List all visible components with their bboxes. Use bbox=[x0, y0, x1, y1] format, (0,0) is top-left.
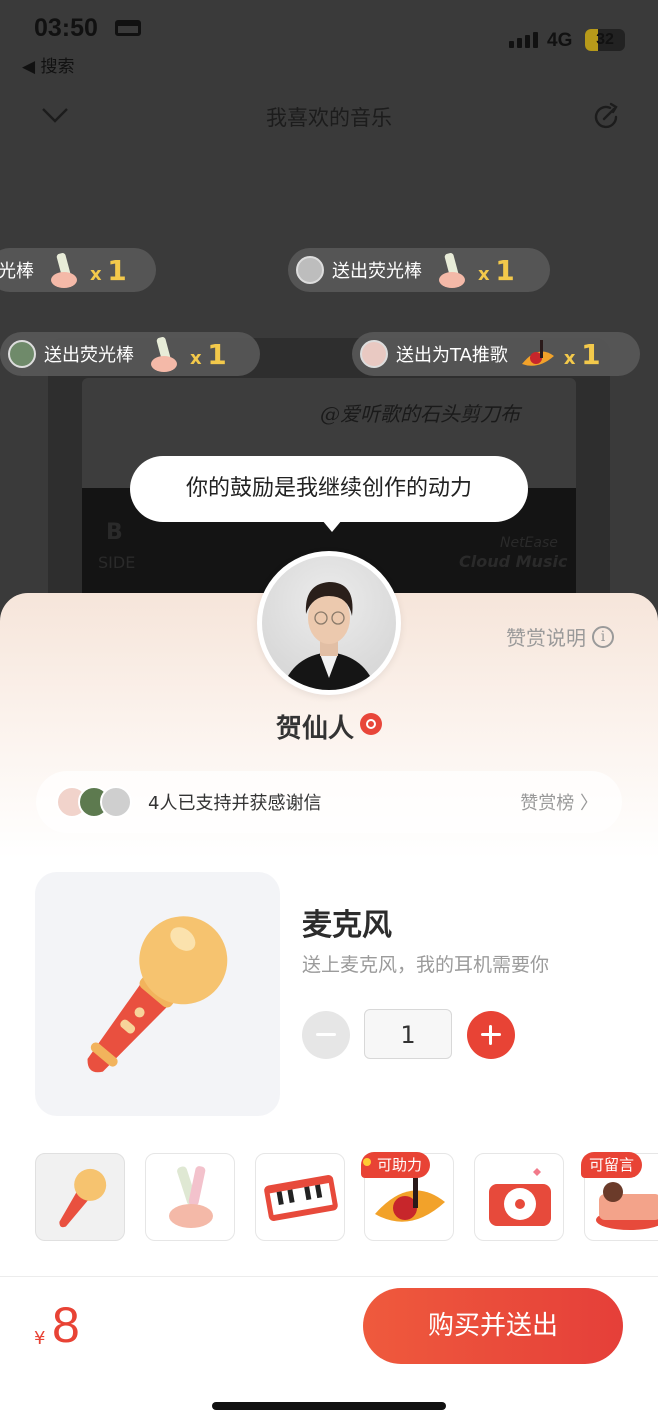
bubble-tail bbox=[322, 520, 342, 532]
microphone-icon bbox=[59, 1168, 107, 1228]
artist-portrait-image bbox=[282, 582, 376, 690]
sleep-mode-icon bbox=[115, 20, 141, 36]
gift-feed-item: 送出荧光棒 x 1 bbox=[0, 332, 260, 376]
currency-symbol: ¥ bbox=[34, 1328, 46, 1349]
total-price: 8 bbox=[52, 1297, 80, 1353]
clock: 03:50 bbox=[34, 14, 98, 42]
gift-name: 麦克风 bbox=[302, 908, 392, 943]
status-bar: 03:50 ◀ 搜索 4G 32 bbox=[0, 0, 658, 80]
gift-option-glowstick[interactable] bbox=[145, 1153, 235, 1241]
avatar bbox=[296, 256, 324, 284]
quantity-field[interactable]: 1 bbox=[364, 1009, 452, 1059]
page-title: 我喜欢的音乐 bbox=[266, 106, 392, 130]
signal-icon bbox=[509, 32, 538, 48]
gift-feed-text: 送出荧光棒 bbox=[44, 345, 134, 366]
cassette-signature: @爱听歌的石头剪刀布 bbox=[320, 402, 520, 426]
supporter-avatar bbox=[100, 786, 132, 818]
artist-name: 贺仙人 bbox=[275, 714, 354, 744]
battery-level: 32 bbox=[596, 31, 614, 48]
encouragement-bubble: 你的鼓励是我继续创作的动力 bbox=[130, 456, 528, 522]
glowstick-icon bbox=[439, 253, 465, 288]
battery-icon: 32 bbox=[585, 29, 625, 51]
glowstick-icon bbox=[51, 253, 77, 288]
gift-option-microphone[interactable] bbox=[35, 1153, 125, 1241]
gift-feed-text: 送出为TA推歌 bbox=[396, 345, 508, 366]
verified-musician-icon bbox=[360, 713, 382, 735]
gift-feed-item: 光棒 x 1 bbox=[0, 248, 156, 292]
network-type: 4G bbox=[547, 30, 573, 51]
microphone-icon bbox=[87, 916, 228, 1073]
glowstick-icon bbox=[151, 337, 177, 372]
brand-line-2: Cloud Music bbox=[459, 552, 568, 571]
glowstick-icon bbox=[169, 1166, 213, 1228]
supporters-count-text: 4人已支持并获感谢信 bbox=[148, 793, 322, 814]
share-icon[interactable] bbox=[589, 100, 623, 134]
gift-option-music-note[interactable]: 可助力 bbox=[361, 1152, 454, 1241]
reward-ranking-link[interactable]: 赞赏榜 〉 bbox=[520, 789, 598, 815]
avatar bbox=[360, 340, 388, 368]
music-note-gift-icon bbox=[521, 340, 554, 366]
decrease-quantity-button[interactable] bbox=[302, 1011, 350, 1059]
back-to-search-link[interactable]: ◀ 搜索 bbox=[22, 52, 74, 77]
gift-option-cake[interactable]: 可留言 bbox=[581, 1152, 658, 1241]
selected-gift-preview bbox=[35, 872, 280, 1116]
divider bbox=[0, 1276, 658, 1277]
reward-explanation-label: 赞赏说明 bbox=[506, 626, 586, 650]
gift-option-keyboard[interactable] bbox=[255, 1153, 345, 1241]
cassette-side-text: SIDE bbox=[98, 553, 136, 572]
brand-line-1: NetEase bbox=[500, 535, 558, 551]
artist-name-row: 贺仙人 bbox=[0, 708, 658, 745]
buy-and-send-button[interactable]: 购买并送出 bbox=[363, 1288, 623, 1364]
boost-tag: 可助力 bbox=[361, 1152, 431, 1178]
gift-feed-item: 送出为TA推歌 x 1 bbox=[352, 332, 640, 376]
gift-feed-item: 送出荧光棒 x 1 bbox=[288, 248, 550, 292]
increase-quantity-button[interactable] bbox=[467, 1011, 515, 1059]
message-tag: 可留言 bbox=[581, 1152, 643, 1178]
info-icon: i bbox=[592, 625, 614, 648]
record-player-icon bbox=[489, 1168, 551, 1226]
artist-avatar[interactable] bbox=[257, 551, 401, 695]
keyboard-icon bbox=[264, 1174, 338, 1222]
gift-description: 送上麦克风，我的耳机需要你 bbox=[302, 954, 550, 976]
reward-explanation-link[interactable]: 赞赏说明 i bbox=[506, 622, 614, 651]
gift-option-record-player[interactable] bbox=[474, 1153, 564, 1241]
gift-feed-text: 光棒 bbox=[0, 261, 34, 282]
avatar bbox=[8, 340, 36, 368]
gift-feed-text: 送出荧光棒 bbox=[332, 261, 422, 282]
cassette-side-letter: B bbox=[106, 520, 123, 545]
home-indicator[interactable] bbox=[212, 1402, 446, 1410]
supporters-bar[interactable]: 4人已支持并获感谢信 赞赏榜 〉 bbox=[36, 771, 622, 833]
